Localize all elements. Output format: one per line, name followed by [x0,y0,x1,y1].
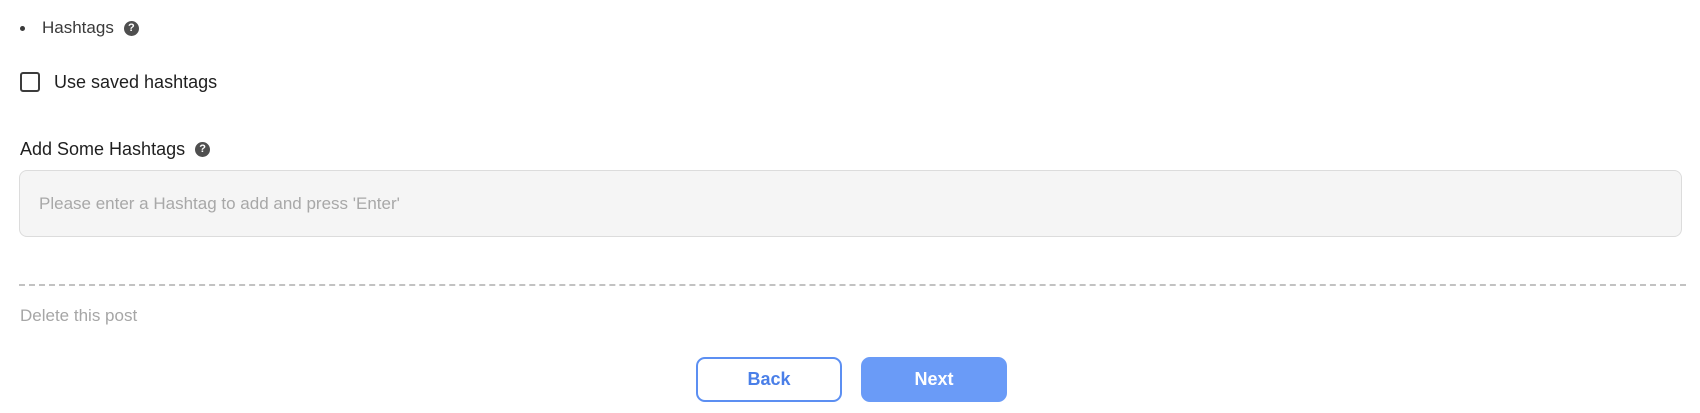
hashtags-section-heading: Hashtags ? [20,16,139,40]
hashtag-input[interactable] [19,170,1682,237]
use-saved-hashtags-option[interactable]: Use saved hashtags [20,70,217,94]
dashed-divider [19,284,1686,286]
hashtags-step: Hashtags ? Use saved hashtags Add Some H… [0,0,1700,413]
back-button[interactable]: Back [696,357,842,402]
add-hashtags-label-row: Add Some Hashtags ? [20,137,211,161]
hashtags-section-title: Hashtags [42,18,114,37]
bullet-point [20,25,25,31]
delete-post-link[interactable]: Delete this post [20,306,137,326]
question-circle-icon[interactable]: ? [195,141,211,157]
question-circle-icon[interactable]: ? [123,20,139,36]
use-saved-hashtags-label: Use saved hashtags [54,71,218,92]
next-button[interactable]: Next [861,357,1007,402]
use-saved-hashtags-checkbox[interactable] [20,72,40,92]
add-hashtags-label: Add Some Hashtags [20,138,186,159]
